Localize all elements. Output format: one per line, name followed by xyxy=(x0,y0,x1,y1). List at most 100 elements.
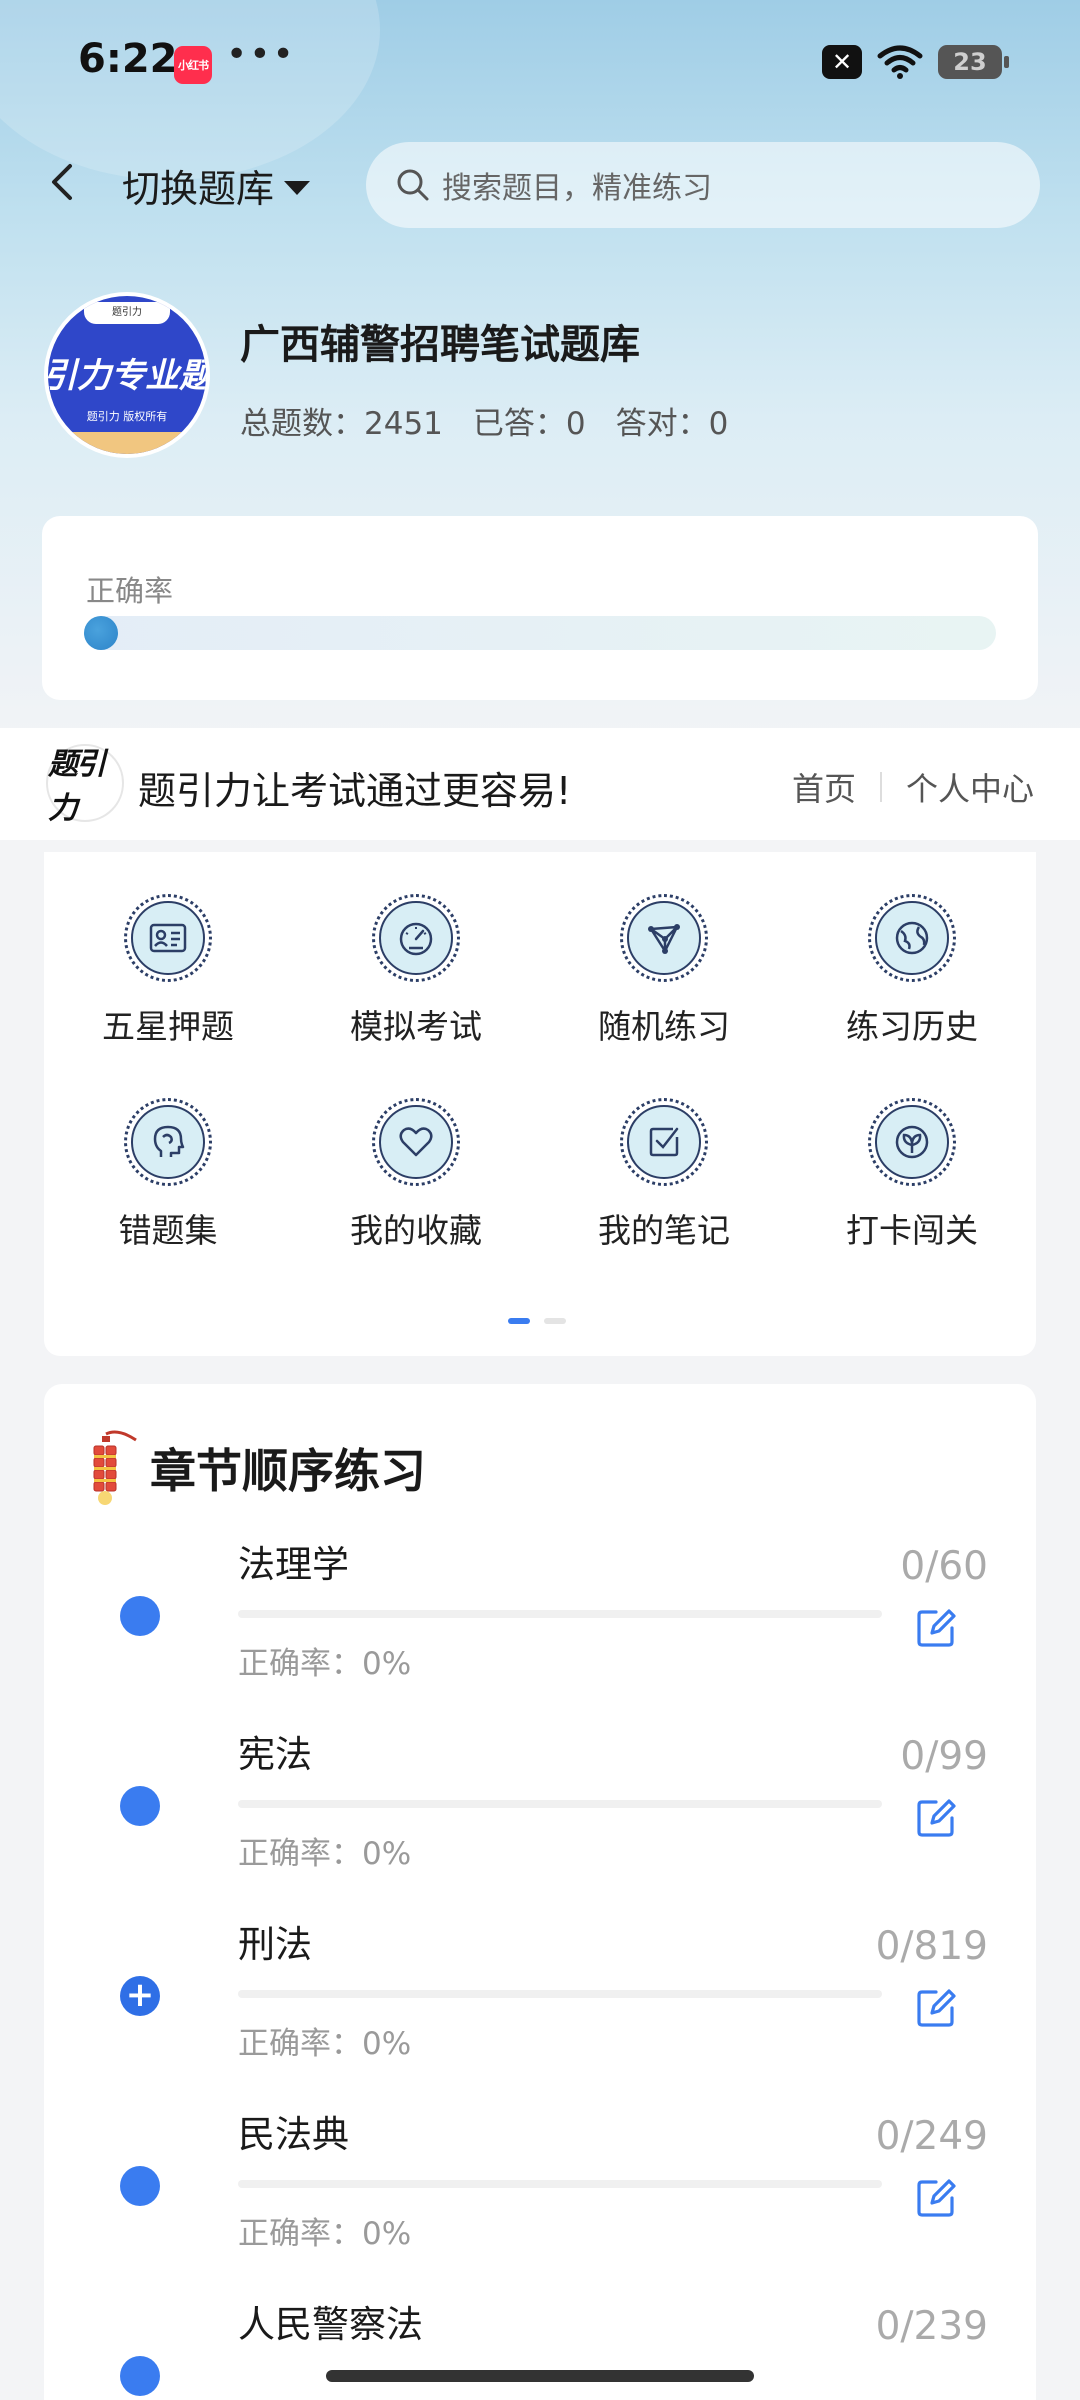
status-time: 6:22 xyxy=(78,36,178,82)
feature-practice-history[interactable]: 练习历史 xyxy=(788,894,1036,1048)
feature-grid: 五星押题 模拟考试 随机练习 练习历史 错题集 我的收藏 我的笔记 打卡闯关 xyxy=(44,894,1036,1252)
expand-plus-icon[interactable]: + xyxy=(120,1976,160,2016)
chapter-name: 民法典 xyxy=(238,2113,349,2156)
feature-checkin[interactable]: 打卡闯关 xyxy=(788,1098,1036,1252)
total-count: 总题数：2451 xyxy=(240,406,443,442)
brand-logo-text: 题引力 xyxy=(48,747,106,826)
correct-count: 答对：0 xyxy=(615,406,729,442)
feature-notes[interactable]: 我的笔记 xyxy=(540,1098,788,1252)
chapter-row[interactable]: 民法典 正确率：0% 0/249 xyxy=(44,2104,1036,2294)
globe-icon xyxy=(895,921,929,955)
battery-icon: 23 xyxy=(938,45,1009,79)
logo-main-text: 引力专业题 xyxy=(48,356,206,396)
link-divider xyxy=(879,772,882,802)
feature-label: 错题集 xyxy=(118,1211,218,1250)
chapter-row[interactable]: + 刑法 正确率：0% 0/819 xyxy=(44,1914,1036,2104)
chapter-name: 刑法 xyxy=(238,1923,312,1966)
chapter-title: 章节顺序练习 xyxy=(150,1444,426,1498)
bank-stats: 总题数：2451 已答：0 答对：0 xyxy=(240,398,728,443)
feature-random-practice[interactable]: 随机练习 xyxy=(540,894,788,1048)
chapter-accuracy: 正确率：0% xyxy=(238,2216,412,2252)
chapter-count: 0/99 xyxy=(900,1734,988,1779)
chapter-marker-dot xyxy=(120,2166,160,2206)
home-indicator[interactable] xyxy=(326,2370,754,2382)
chapter-count: 0/819 xyxy=(875,1924,988,1969)
chapter-progress-bar xyxy=(238,1800,882,1808)
chevron-left-icon xyxy=(52,164,72,200)
network-icon xyxy=(648,924,680,954)
feature-label: 我的笔记 xyxy=(598,1211,730,1250)
id-card-icon xyxy=(149,923,187,953)
status-icons: ✕ 23 xyxy=(822,44,1009,80)
brand-links: 首页 个人中心 xyxy=(792,764,1034,810)
brand-bar: 题引力 题引力让考试通过更容易! 首页 个人中心 xyxy=(0,728,1080,840)
heart-icon xyxy=(399,1127,433,1157)
app-notification-icon: 小红书 xyxy=(174,46,212,84)
answered-count: 已答：0 xyxy=(472,406,586,442)
feature-favorites[interactable]: 我的收藏 xyxy=(292,1098,540,1252)
feature-card: 五星押题 模拟考试 随机练习 练习历史 错题集 我的收藏 我的笔记 打卡闯关 xyxy=(44,852,1036,1356)
wifi-icon xyxy=(877,45,923,79)
accuracy-card: 正确率 xyxy=(42,516,1038,700)
feature-label: 打卡闯关 xyxy=(846,1211,978,1250)
accuracy-progress-bar xyxy=(84,616,996,650)
feature-mock-exam[interactable]: 模拟考试 xyxy=(292,894,540,1048)
feature-wrong-questions[interactable]: 错题集 xyxy=(44,1098,292,1252)
chapter-count: 0/239 xyxy=(875,2304,988,2349)
chapter-header: 章节顺序练习 xyxy=(88,1426,426,1510)
chapter-name: 人民警察法 xyxy=(238,2303,423,2346)
logo-sub-text: 题引力 版权所有 xyxy=(86,410,168,423)
chapter-name: 宪法 xyxy=(238,1733,312,1776)
chapter-row[interactable]: 人民警察法 0/239 xyxy=(44,2294,1036,2400)
brand-slogan: 题引力让考试通过更容易! xyxy=(138,769,572,813)
feature-label: 五星押题 xyxy=(102,1007,234,1046)
edit-icon[interactable] xyxy=(914,2176,958,2220)
chapter-row[interactable]: 法理学 正确率：0% 0/60 xyxy=(44,1534,1036,1724)
firecracker-icon xyxy=(93,1430,137,1505)
brand-logo: 题引力 xyxy=(46,744,124,826)
switch-bank-dropdown[interactable]: 切换题库 xyxy=(122,158,311,213)
status-bar: 6:22 小红书 ••• ✕ 23 xyxy=(0,0,1080,130)
feature-label: 练习历史 xyxy=(846,1007,978,1046)
accuracy-label: 正确率 xyxy=(86,574,174,608)
feature-label: 模拟考试 xyxy=(350,1007,482,1046)
pager-dot-active xyxy=(508,1318,530,1324)
bank-title: 广西辅警招聘笔试题库 xyxy=(240,322,640,368)
edit-icon[interactable] xyxy=(914,1796,958,1840)
chapter-marker-dot xyxy=(120,2356,160,2396)
chapter-practice-card: 章节顺序练习 法理学 正确率：0% 0/60 宪法 正确率：0% 0/99 + … xyxy=(44,1384,1036,2400)
chapter-accuracy: 正确率：0% xyxy=(238,2026,412,2062)
back-button[interactable] xyxy=(40,160,84,204)
chapter-name: 法理学 xyxy=(238,1543,349,1586)
edit-icon[interactable] xyxy=(914,1986,958,2030)
note-check-icon xyxy=(649,1127,679,1157)
search-placeholder: 搜索题目，精准练习 xyxy=(442,171,712,206)
chapter-progress-bar xyxy=(238,1610,882,1618)
logo-top-label: 题引力 xyxy=(84,302,170,324)
caret-down-icon xyxy=(284,180,311,195)
leaf-icon xyxy=(895,1125,929,1159)
chapter-list: 法理学 正确率：0% 0/60 宪法 正确率：0% 0/99 + 刑法 正确率： xyxy=(44,1534,1036,2400)
chapter-marker-dot xyxy=(120,1786,160,1826)
chapter-marker-dot xyxy=(120,1596,160,1636)
head-icon xyxy=(153,1125,185,1157)
more-notifications-icon: ••• xyxy=(226,34,296,75)
feature-pager xyxy=(508,1318,566,1324)
pager-dot xyxy=(544,1318,566,1324)
search-input[interactable]: 搜索题目，精准练习 xyxy=(366,142,1040,228)
chapter-progress-bar xyxy=(238,2180,882,2188)
chapter-count: 0/249 xyxy=(875,2114,988,2159)
switch-bank-label: 切换题库 xyxy=(122,167,275,211)
feature-label: 我的收藏 xyxy=(350,1211,482,1250)
chapter-row[interactable]: 宪法 正确率：0% 0/99 xyxy=(44,1724,1036,1914)
accuracy-progress-indicator xyxy=(84,616,118,650)
chapter-progress-bar xyxy=(238,1990,882,1998)
home-link[interactable]: 首页 xyxy=(792,764,856,810)
profile-link[interactable]: 个人中心 xyxy=(906,764,1034,810)
search-icon xyxy=(397,169,429,201)
bank-logo: 题引力 引力专业题 题引力 版权所有 xyxy=(44,292,210,458)
feature-five-star[interactable]: 五星押题 xyxy=(44,894,292,1048)
chapter-accuracy: 正确率：0% xyxy=(238,1836,412,1872)
chapter-count: 0/60 xyxy=(900,1544,988,1589)
edit-icon[interactable] xyxy=(914,1606,958,1650)
